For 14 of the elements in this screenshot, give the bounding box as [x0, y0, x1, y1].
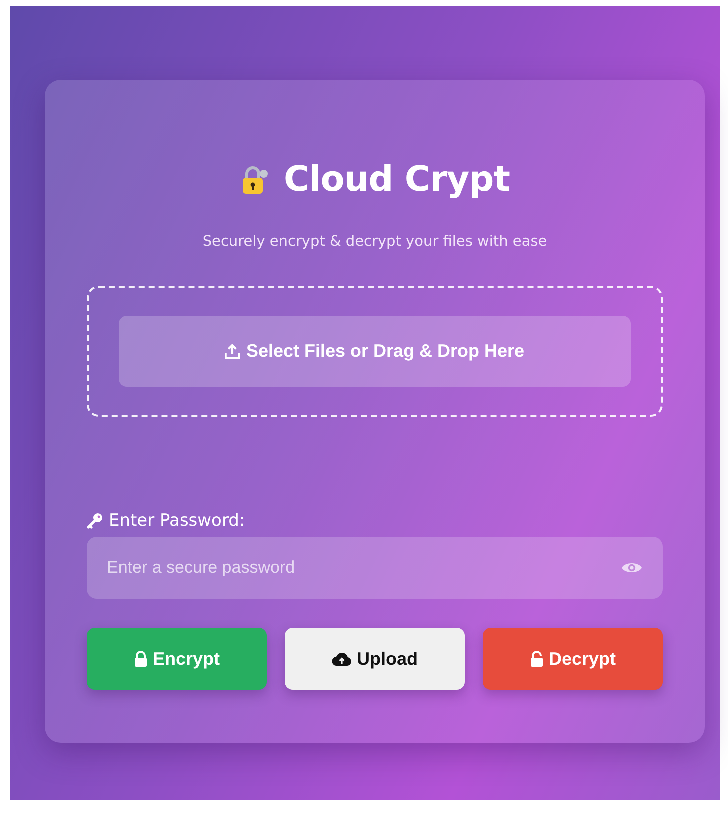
cloud-upload-icon — [332, 652, 352, 666]
unlocked-lock-icon — [530, 651, 544, 667]
select-files-button[interactable]: Select Files or Drag & Drop Here — [119, 316, 631, 387]
app-subtitle: Securely encrypt & decrypt your files with ease — [202, 233, 548, 252]
encrypt-button[interactable]: Encrypt — [87, 628, 267, 690]
decrypt-button[interactable]: Decrypt — [483, 628, 663, 690]
key-icon — [87, 513, 103, 529]
password-label: Enter Password: — [109, 511, 246, 531]
drop-zone[interactable]: Select Files or Drag & Drop Here — [87, 286, 663, 417]
padlock-key-icon — [240, 165, 270, 195]
upload-icon — [225, 344, 240, 359]
upload-button[interactable]: Upload — [285, 628, 465, 690]
lock-icon — [134, 651, 148, 667]
app-title: Cloud Crypt — [284, 159, 510, 202]
